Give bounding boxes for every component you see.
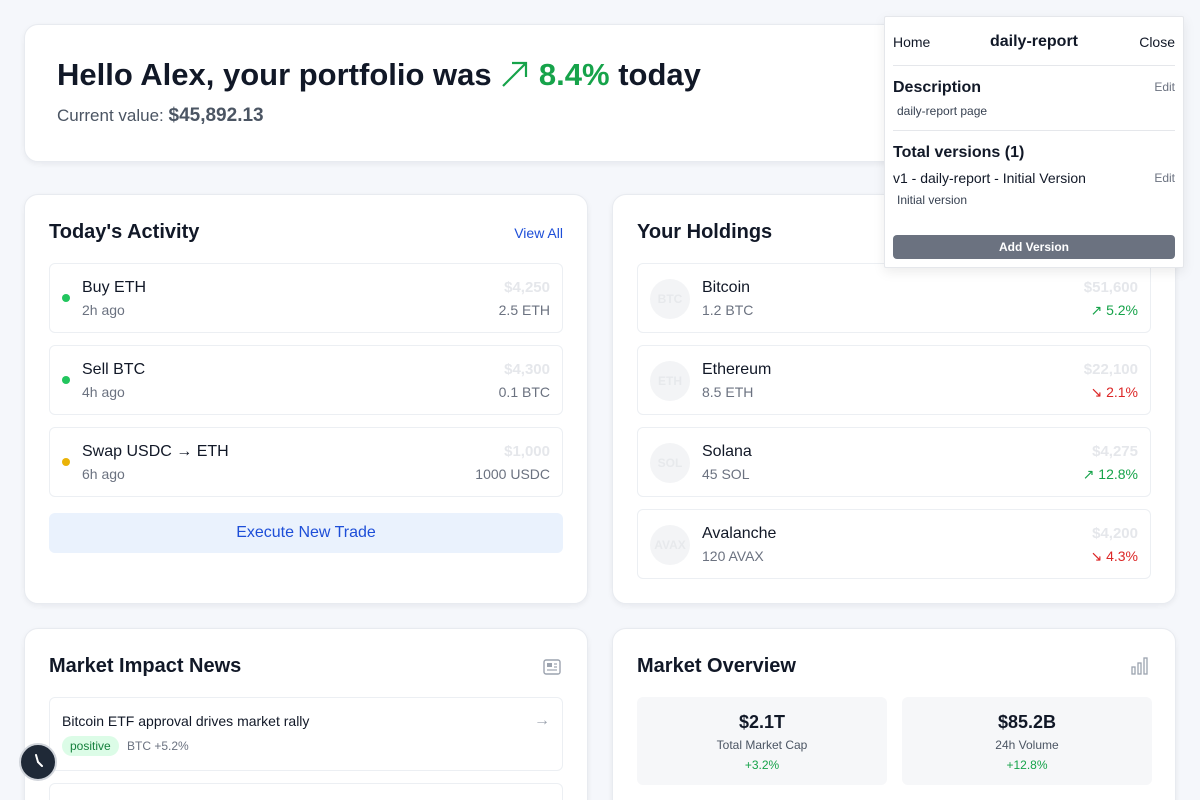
market-overview-card: Market Overview $2.1T Total Market Cap +… — [612, 628, 1176, 800]
status-dot — [62, 458, 70, 466]
holdings-title: Your Holdings — [637, 221, 773, 243]
holding-row[interactable]: BTC Bitcoin 1.2 BTC $51,600 ↗ 5.2% — [637, 263, 1151, 333]
holding-name: Bitcoin — [702, 279, 751, 296]
trend-up-icon — [500, 57, 539, 92]
greeting-suffix: today — [618, 57, 701, 92]
activity-row[interactable]: Swap USDC → ETH 6h ago $1,000 1000 USDC — [49, 427, 563, 497]
stat-change: +3.2% — [744, 758, 780, 772]
holding-change: ↘ 4.3% — [1090, 548, 1138, 564]
holding-name: Ethereum — [702, 361, 772, 378]
stat-label: 24h Volume — [995, 738, 1059, 752]
holding-value: $51,600 — [1083, 279, 1138, 296]
activity-amount: $4,300 — [504, 361, 550, 378]
description-text: daily-report page — [897, 104, 988, 118]
activity-amount: $1,000 — [504, 443, 550, 460]
activity-qty: 2.5 ETH — [498, 302, 550, 318]
stat-market-cap: $2.1T Total Market Cap +3.2% — [637, 697, 887, 785]
description-heading: Description — [893, 79, 982, 96]
holding-name: Solana — [702, 443, 752, 460]
news-item[interactable] — [49, 783, 563, 800]
stat-value: $2.1T — [738, 712, 786, 732]
portfolio-change: 8.4% — [538, 57, 610, 92]
holding-value: $4,275 — [1092, 443, 1138, 460]
holding-row[interactable]: SOL Solana 45 SOL $4,275 ↗ 12.8% — [637, 427, 1151, 497]
view-all-link[interactable]: View All — [514, 225, 563, 241]
clock-icon[interactable] — [19, 743, 57, 781]
greeting-text: Hello Alex, your portfolio was — [57, 57, 492, 92]
holding-row[interactable]: ETH Ethereum 8.5 ETH $22,100 ↘ 2.1% — [637, 345, 1151, 415]
divider — [893, 130, 1175, 131]
close-button[interactable]: Close — [1139, 34, 1175, 50]
stat-label: Total Market Cap — [716, 738, 808, 752]
activity-card: Today's Activity View All Buy ETH 2h ago… — [24, 194, 588, 604]
activity-time: 6h ago — [82, 466, 125, 482]
execute-trade-button[interactable]: Execute New Trade — [49, 513, 563, 553]
activity-title-text: Buy ETH — [82, 279, 147, 296]
version-note: Initial version — [897, 193, 968, 207]
holding-qty: 1.2 BTC — [702, 302, 754, 318]
holding-qty: 8.5 ETH — [702, 384, 754, 400]
holding-change: ↗ 5.2% — [1090, 302, 1138, 318]
holding-qty: 45 SOL — [702, 466, 750, 482]
activity-qty: 1000 USDC — [475, 466, 550, 482]
bar-chart-icon — [1131, 657, 1148, 675]
coin-icon: ETH — [650, 361, 690, 401]
news-item[interactable]: Bitcoin ETF approval drives market rally… — [49, 697, 563, 771]
arrow-right-icon: → — [534, 712, 550, 729]
divider — [893, 65, 1175, 66]
news-headline: Bitcoin ETF approval drives market rally — [62, 713, 310, 729]
holding-value: $22,100 — [1083, 361, 1138, 378]
holding-qty: 120 AVAX — [702, 548, 764, 564]
activity-amount: $4,250 — [504, 279, 550, 296]
status-dot — [62, 376, 70, 384]
portfolio-greeting: Hello Alex, your portfolio was 8.4% toda… — [57, 57, 701, 93]
activity-qty: 0.1 BTC — [498, 384, 550, 400]
overview-title: Market Overview — [637, 655, 796, 677]
current-value: Current value: $45,892.13 — [57, 105, 264, 127]
edit-version-button[interactable]: Edit — [1154, 171, 1175, 185]
newspaper-icon — [543, 659, 561, 675]
holding-name: Avalanche — [702, 525, 777, 542]
sentiment-badge: positive — [62, 736, 119, 756]
activity-title-text: Swap USDC → ETH — [82, 443, 229, 460]
stat-volume: $85.2B 24h Volume +12.8% — [902, 697, 1152, 785]
activity-time: 4h ago — [82, 384, 125, 400]
current-value-amount: $45,892.13 — [168, 105, 264, 126]
edit-description-button[interactable]: Edit — [1154, 80, 1175, 94]
stat-value: $85.2B — [997, 712, 1057, 732]
holding-change: ↗ 12.8% — [1082, 466, 1138, 482]
add-version-button[interactable]: Add Version — [893, 235, 1175, 259]
activity-time: 2h ago — [82, 302, 125, 318]
coin-icon: AVAX — [650, 525, 690, 565]
activity-title: Today's Activity — [49, 221, 200, 243]
coin-icon: SOL — [650, 443, 690, 483]
version-panel: Home daily-report Close Description Edit… — [884, 16, 1184, 268]
activity-row[interactable]: Sell BTC 4h ago $4,300 0.1 BTC — [49, 345, 563, 415]
holding-row[interactable]: AVAX Avalanche 120 AVAX $4,200 ↘ 4.3% — [637, 509, 1151, 579]
stat-change: +12.8% — [1006, 758, 1048, 772]
coin-icon: BTC — [650, 279, 690, 319]
holding-value: $4,200 — [1092, 525, 1138, 542]
activity-row[interactable]: Buy ETH 2h ago $4,250 2.5 ETH — [49, 263, 563, 333]
versions-heading: Total versions (1) — [893, 144, 1025, 161]
holding-change: ↘ 2.1% — [1090, 384, 1138, 400]
version-label[interactable]: v1 - daily-report - Initial Version — [893, 170, 1086, 186]
news-meta: BTC +5.2% — [127, 739, 189, 753]
news-title: Market Impact News — [49, 655, 242, 677]
activity-title-text: Sell BTC — [82, 361, 146, 378]
status-dot — [62, 294, 70, 302]
current-value-label: Current value: — [57, 106, 164, 125]
news-card: Market Impact News Bitcoin ETF approval … — [24, 628, 588, 800]
